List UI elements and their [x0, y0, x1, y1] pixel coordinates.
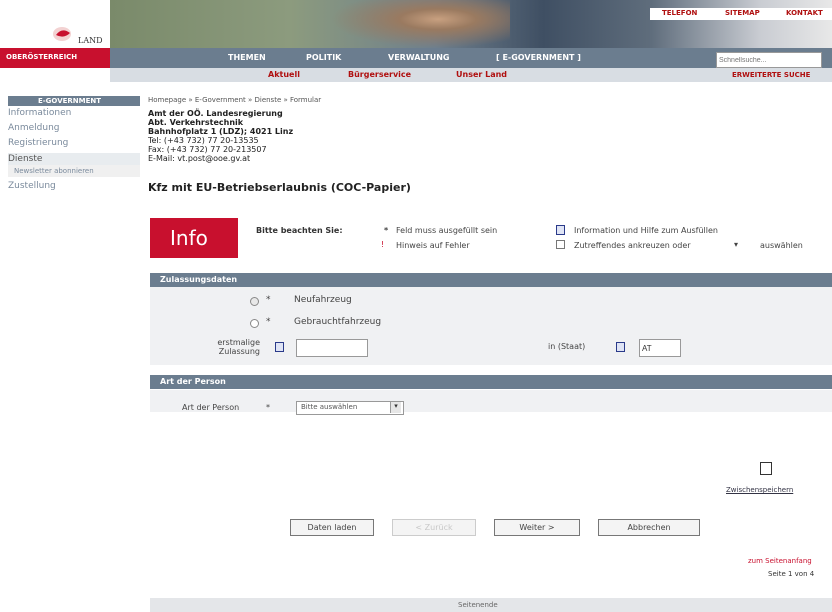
address-fax: Fax: (+43 732) 77 20-213507 — [148, 145, 267, 154]
logo-text: LAND — [78, 36, 103, 45]
page-title: Kfz mit EU-Betriebserlaubnis (COC-Papier… — [148, 181, 411, 194]
checkbox-legend-icon — [556, 240, 565, 249]
radio-gebrauchtfahrzeug[interactable] — [250, 319, 259, 328]
sidebar-item-dienste[interactable]: Dienste — [8, 154, 140, 164]
info-badge: Info — [150, 218, 238, 258]
state-name: OBERÖSTERREICH — [6, 53, 78, 61]
label-neufahrzeug: Neufahrzeug — [294, 295, 352, 305]
next-button[interactable]: Weiter > — [494, 519, 580, 536]
advanced-search-link[interactable]: ERWEITERTE SUCHE — [732, 71, 810, 79]
nav-item-themen[interactable]: THEMEN — [228, 53, 266, 62]
back-button[interactable]: < Zurück — [392, 519, 476, 536]
nav-item-egovernment[interactable]: [ E-GOVERNMENT ] — [496, 53, 581, 62]
sidebar-item-anmeldung[interactable]: Anmeldung — [8, 123, 140, 133]
first-registration-input[interactable] — [296, 339, 368, 357]
help-info-icon — [556, 225, 565, 235]
logo[interactable]: LAND — [0, 0, 110, 48]
section-title-person: Art der Person — [160, 377, 226, 386]
person-body — [150, 390, 832, 412]
sidebar-item-newsletter[interactable]: Newsletter abonnieren — [14, 167, 146, 175]
page-indicator: Seite 1 von 4 — [768, 570, 815, 578]
section-art-der-person: Art der Person — [150, 375, 832, 389]
logo-mark-icon — [53, 27, 71, 41]
sidebar-item-zustellung[interactable]: Zustellung — [8, 181, 140, 191]
label-zulassung: Zulassung — [218, 347, 260, 356]
contact-address: Amt der OÖ. Landesregierung Abt. Verkehr… — [148, 109, 293, 163]
address-department: Abt. Verkehrstechnik — [148, 118, 244, 127]
person-type-value: Bitte auswählen — [301, 403, 358, 411]
legend-required: Feld muss ausgefüllt sein — [396, 226, 498, 235]
nav-item-politik[interactable]: POLITIK — [306, 53, 341, 62]
cancel-button[interactable]: Abbrechen — [598, 519, 700, 536]
nav-item-verwaltung[interactable]: VERWALTUNG — [388, 53, 449, 62]
label-art-der-person: Art der Person — [182, 403, 240, 412]
person-type-select[interactable]: Bitte auswählen — [296, 401, 404, 415]
required-marker-icon: * — [266, 295, 271, 305]
breadcrumb: Homepage » E-Government » Dienste » Form… — [148, 96, 322, 104]
label-erstmalige: erstmalige — [217, 338, 260, 347]
subnav-item-buergerservice[interactable]: Bürgerservice — [348, 70, 411, 79]
select-legend-icon: ▾ — [734, 240, 739, 249]
info-badge-label: Info — [170, 226, 208, 250]
chevron-down-icon[interactable]: ▾ — [390, 402, 401, 413]
top-link-sitemap[interactable]: SITEMAP — [725, 9, 760, 17]
sidebar-title: E-GOVERNMENT — [38, 97, 102, 105]
required-marker-icon: * — [266, 317, 271, 327]
section-title-zulassung: Zulassungsdaten — [160, 275, 238, 284]
footer-bar: Seitenende — [150, 598, 832, 612]
legend-check: Zutreffendes ankreuzen oder — [574, 241, 691, 250]
help-info-icon[interactable] — [275, 342, 284, 352]
sidebar-item-registrierung[interactable]: Registrierung — [8, 138, 140, 148]
address-email: E-Mail: vt.post@ooe.gv.at — [148, 154, 251, 163]
search-input[interactable] — [716, 52, 822, 68]
address-phone: Tel: (+43 732) 77 20-13535 — [148, 136, 259, 145]
state-bar: OBERÖSTERREICH — [0, 48, 110, 68]
sidebar-item-informationen[interactable]: Informationen — [8, 108, 140, 118]
top-link-telefon[interactable]: TELEFON — [662, 9, 697, 17]
legend-help: Information und Hilfe zum Ausfüllen — [574, 226, 718, 235]
legend-error: Hinweis auf Fehler — [396, 241, 470, 250]
label-staat: in (Staat) — [548, 342, 586, 351]
required-marker-icon: * — [384, 226, 389, 235]
subnav-item-unser-land[interactable]: Unser Land — [456, 70, 507, 79]
to-top-link[interactable]: zum Seitenanfang — [748, 557, 812, 565]
help-info-icon[interactable] — [616, 342, 625, 352]
address-street: Bahnhofplatz 1 (LDZ); 4021 Linz — [148, 127, 294, 136]
state-input[interactable] — [639, 339, 681, 357]
section-zulassungsdaten: Zulassungsdaten — [150, 273, 832, 287]
main-nav: THEMEN POLITIK VERWALTUNG [ E-GOVERNMENT… — [110, 48, 710, 68]
subnav-item-aktuell[interactable]: Aktuell — [268, 70, 300, 79]
legend-select: auswählen — [760, 241, 803, 250]
address-office: Amt der OÖ. Landesregierung — [148, 109, 283, 118]
error-marker-icon: ! — [381, 240, 385, 249]
label-erstmalige-zulassung: erstmalige Zulassung — [204, 338, 260, 356]
radio-neufahrzeug[interactable] — [250, 297, 259, 306]
load-data-button[interactable]: Daten laden — [290, 519, 374, 536]
required-marker-icon: * — [266, 403, 270, 412]
save-disk-icon[interactable] — [760, 462, 772, 475]
sub-nav: Aktuell Bürgerservice Unser Land — [110, 68, 832, 82]
label-gebrauchtfahrzeug: Gebrauchtfahrzeug — [294, 317, 382, 327]
top-link-kontakt[interactable]: KONTAKT — [786, 9, 823, 17]
legend-title: Bitte beachten Sie: — [256, 226, 343, 235]
header-banner-photo — [330, 0, 510, 48]
sidebar-title-bar: E-GOVERNMENT — [8, 96, 140, 106]
save-draft-link[interactable]: Zwischenspeichern — [726, 486, 793, 494]
footer-text: Seitenende — [458, 601, 498, 609]
